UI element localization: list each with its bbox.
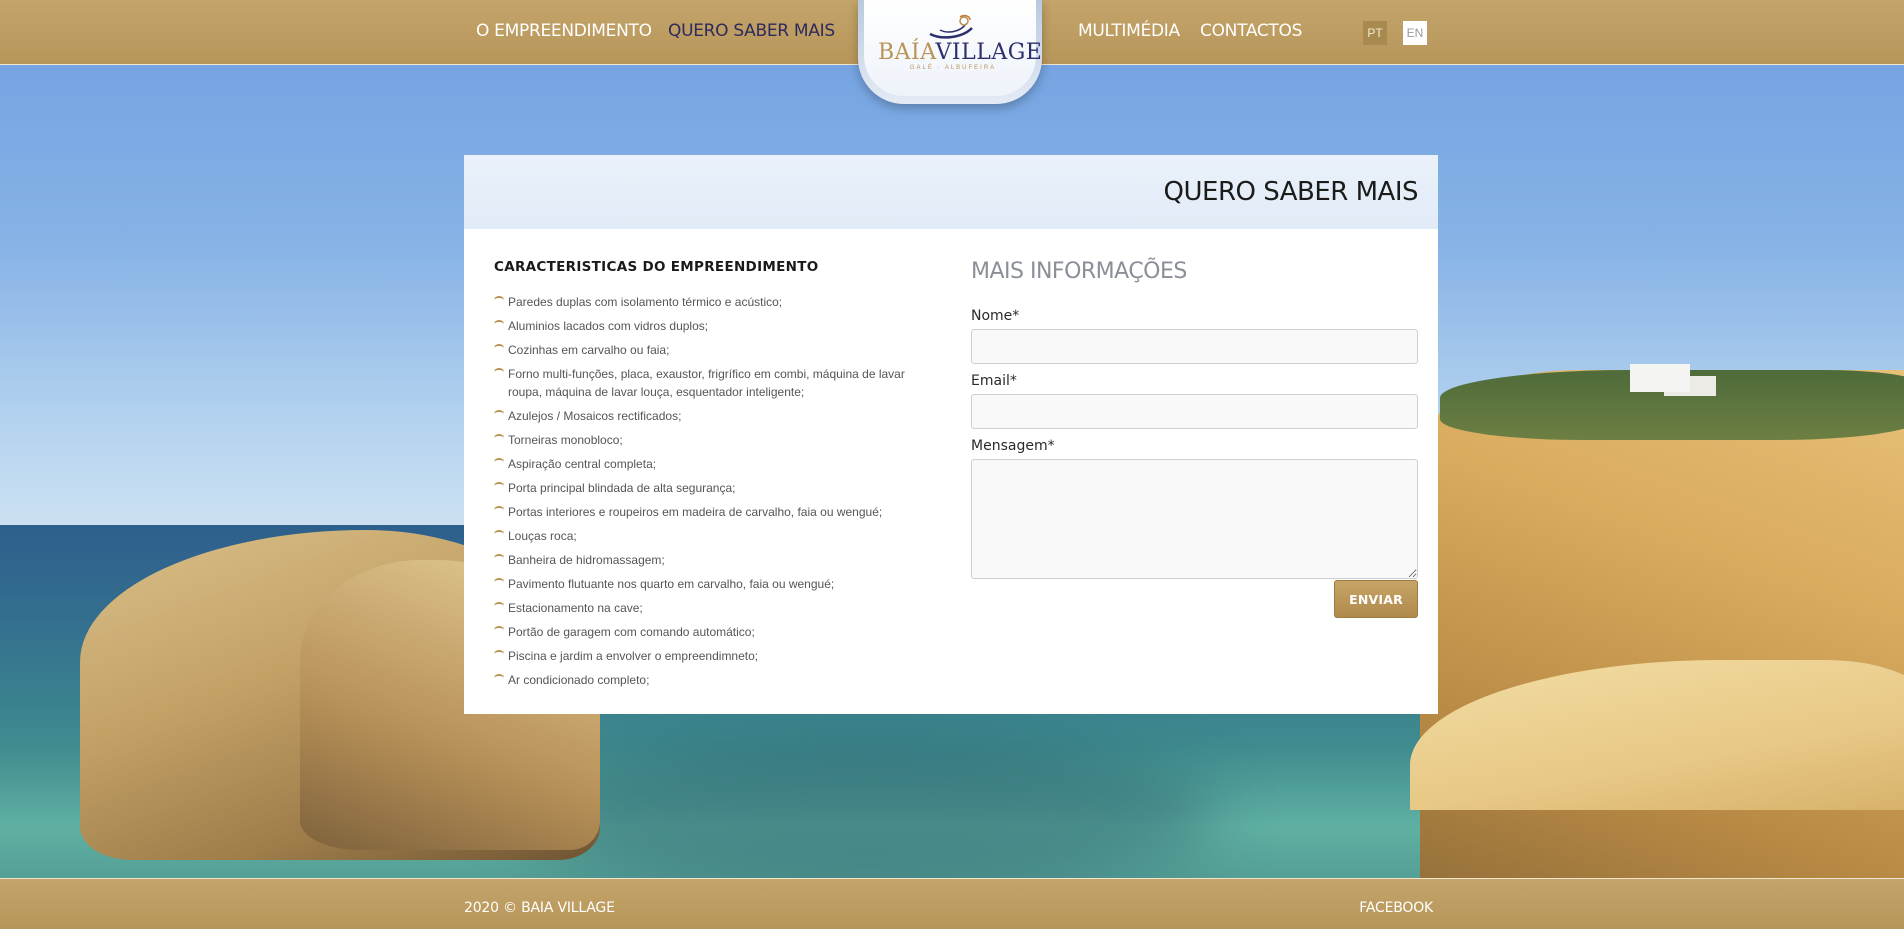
feature-item: Estacionamento na cave; (494, 599, 934, 617)
feature-text: Portão de garagem com comando automático… (508, 625, 755, 639)
feature-text: Paredes duplas com isolamento térmico e … (508, 295, 783, 309)
logo-badge: BAÍAVILLAGE GALÉ · ALBUFEIRA (864, 0, 1042, 96)
form-title: MAIS INFORMAÇÕES (971, 259, 1187, 284)
feature-text: Aspiração central completa; (508, 457, 657, 471)
email-field[interactable] (971, 394, 1418, 429)
feature-text: Banheira de hidromassagem; (508, 553, 665, 567)
features-section: CARACTERISTICAS DO EMPREENDIMENTO Parede… (494, 259, 934, 695)
sea-shade (520, 740, 1220, 890)
feature-item: Torneiras monobloco; (494, 431, 934, 449)
bullet-arc-icon (494, 482, 504, 490)
cliff-right (1420, 370, 1904, 928)
feature-text: Piscina e jardim a envolver o empreendim… (508, 649, 759, 663)
bullet-arc-icon (494, 434, 504, 442)
features-list: Paredes duplas com isolamento térmico e … (494, 293, 934, 689)
send-button[interactable]: ENVIAR (1334, 580, 1418, 618)
feature-text: Portas interiores e roupeiros em madeira… (508, 505, 883, 519)
features-title: CARACTERISTICAS DO EMPREENDIMENTO (494, 259, 819, 275)
feature-item: Aspiração central completa; (494, 455, 934, 473)
bullet-arc-icon (494, 320, 504, 328)
feature-text: Estacionamento na cave; (508, 601, 643, 615)
bullet-arc-icon (494, 368, 504, 376)
feature-item: Cozinhas em carvalho ou faia; (494, 341, 934, 359)
bullet-arc-icon (494, 458, 504, 466)
feature-text: Cozinhas em carvalho ou faia; (508, 343, 670, 357)
logo-word-village: VILLAGE (935, 40, 1043, 65)
name-field[interactable] (971, 329, 1418, 364)
nav-quero-saber-mais[interactable]: QUERO SABER MAIS (668, 21, 835, 41)
nav-multimedia[interactable]: MULTIMÉDIA (1078, 21, 1180, 41)
feature-text: Porta principal blindada de alta seguran… (508, 481, 736, 495)
bullet-arc-icon (494, 410, 504, 418)
logo-subtitle: GALÉ · ALBUFEIRA (909, 65, 997, 71)
name-label: Nome* (971, 308, 1020, 324)
logo-swoosh-icon (929, 14, 973, 39)
feature-item: Aluminios lacados com vidros duplos; (494, 317, 934, 335)
logo-word-baia: BAÍA (878, 40, 936, 65)
bullet-arc-icon (494, 626, 504, 634)
bullet-arc-icon (494, 674, 504, 682)
lang-pt-button[interactable]: PT (1363, 21, 1387, 45)
bullet-arc-icon (494, 344, 504, 352)
feature-text: Louças roca; (508, 529, 577, 543)
bullet-arc-icon (494, 554, 504, 562)
content-panel: QUERO SABER MAIS CARACTERISTICAS DO EMPR… (464, 155, 1438, 714)
feature-text: Forno multi-funções, placa, exaustor, fr… (508, 367, 905, 399)
feature-text: Pavimento flutuante nos quarto em carval… (508, 577, 835, 591)
message-label: Mensagem* (971, 438, 1055, 454)
feature-item: Portão de garagem com comando automático… (494, 623, 934, 641)
email-label: Email* (971, 373, 1017, 389)
site-footer: 2020 © BAIA VILLAGE FACEBOOK (0, 878, 1904, 929)
bullet-arc-icon (494, 296, 504, 304)
bullet-arc-icon (494, 530, 504, 538)
feature-item: Piscina e jardim a envolver o empreendim… (494, 647, 934, 665)
feature-text: Aluminios lacados com vidros duplos; (508, 319, 709, 333)
cliff-house (1630, 364, 1690, 392)
feature-item: Pavimento flutuante nos quarto em carval… (494, 575, 934, 593)
feature-item: Louças roca; (494, 527, 934, 545)
feature-item: Banheira de hidromassagem; (494, 551, 934, 569)
feature-item: Porta principal blindada de alta seguran… (494, 479, 934, 497)
site-logo[interactable]: BAÍAVILLAGE GALÉ · ALBUFEIRA (858, 0, 1042, 104)
feature-item: Portas interiores e roupeiros em madeira… (494, 503, 934, 521)
feature-item: Forno multi-funções, placa, exaustor, fr… (494, 365, 934, 401)
copyright-text: 2020 © BAIA VILLAGE (464, 900, 615, 916)
feature-item: Azulejos / Mosaicos rectificados; (494, 407, 934, 425)
facebook-link[interactable]: FACEBOOK (1359, 900, 1433, 916)
bullet-arc-icon (494, 602, 504, 610)
feature-text: Azulejos / Mosaicos rectificados; (508, 409, 682, 423)
feature-item: Ar condicionado completo; (494, 671, 934, 689)
lang-en-button[interactable]: EN (1403, 21, 1427, 45)
bullet-arc-icon (494, 650, 504, 658)
nav-contactos[interactable]: CONTACTOS (1200, 21, 1302, 41)
page-title: QUERO SABER MAIS (1163, 177, 1419, 207)
logo-wordmark: BAÍAVILLAGE (878, 40, 1042, 65)
bullet-arc-icon (494, 578, 504, 586)
contact-form: MAIS INFORMAÇÕES Nome* Email* Mensagem* … (971, 259, 1418, 618)
feature-item: Paredes duplas com isolamento térmico e … (494, 293, 934, 311)
panel-header: QUERO SABER MAIS (464, 155, 1438, 229)
bullet-arc-icon (494, 506, 504, 514)
message-field[interactable] (971, 459, 1418, 579)
feature-text: Ar condicionado completo; (508, 673, 650, 687)
feature-text: Torneiras monobloco; (508, 433, 623, 447)
nav-o-empreendimento[interactable]: O EMPREENDIMENTO (476, 21, 652, 41)
